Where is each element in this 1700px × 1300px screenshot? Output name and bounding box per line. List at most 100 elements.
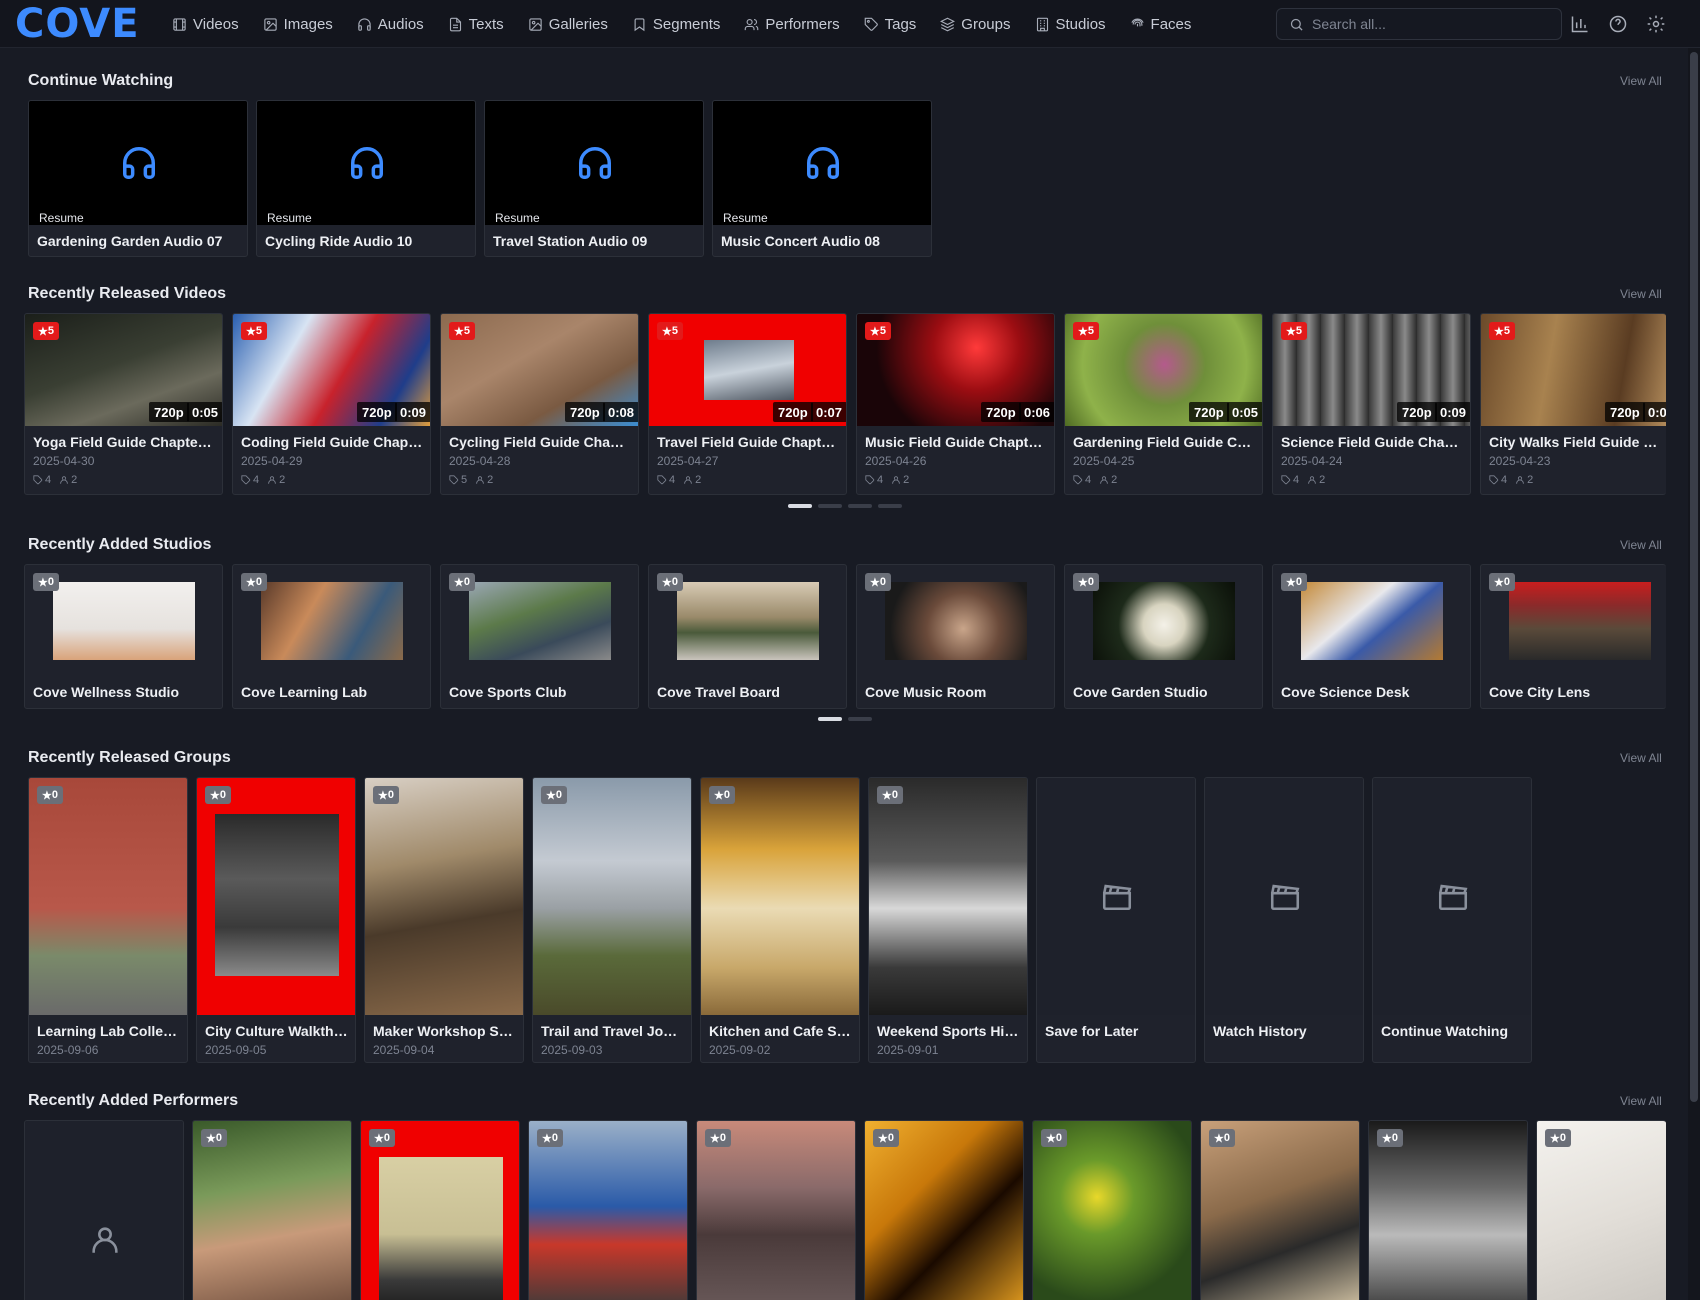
studio-card[interactable]: ★ 0 Cove Learning Lab <box>232 564 431 709</box>
search-box[interactable] <box>1276 8 1562 40</box>
view-all-recent-studios[interactable]: View All <box>1620 538 1662 552</box>
continue-watching-card[interactable]: Resume Travel Station Audio 09 <box>484 100 704 257</box>
nav-item-texts[interactable]: Texts <box>448 16 504 33</box>
headphones-icon <box>348 144 386 185</box>
scrollbar-thumb[interactable] <box>1690 52 1698 1102</box>
carousel-dot[interactable] <box>878 504 902 508</box>
nav-item-studios[interactable]: Studios <box>1035 16 1106 33</box>
headphones-icon <box>120 144 158 185</box>
nav-item-faces[interactable]: Faces <box>1130 16 1191 33</box>
nav-item-audios[interactable]: Audios <box>357 16 424 33</box>
help-icon[interactable] <box>1608 14 1628 34</box>
video-card[interactable]: ★5 720p 0:08 City Walks Field Guide Chap… <box>1480 313 1666 495</box>
layers-icon <box>940 17 956 31</box>
card-meta: 4 2 <box>657 474 701 486</box>
continue-watching-card[interactable]: Resume Cycling Ride Audio 10 <box>256 100 476 257</box>
nav-label: Studios <box>1055 15 1106 33</box>
view-all-continue-watching[interactable]: View All <box>1620 74 1662 88</box>
image-icon <box>263 17 277 31</box>
thumbnail-inset <box>379 1157 503 1300</box>
nav-item-videos[interactable]: Videos <box>172 16 239 33</box>
studio-card[interactable]: ★ 0 Cove Science Desk <box>1272 564 1471 709</box>
video-card[interactable]: ★ 5 720p 0:09 Science Field Guide Chapter… <box>1272 313 1471 495</box>
video-card[interactable]: ★ 5 720p 0:08 Cycling Field Guide Chapter… <box>440 313 639 495</box>
group-card[interactable]: ★0 Weekend Sports Highlights 2025-09-01 <box>868 777 1028 1063</box>
performer-card[interactable]: ★ 0 <box>360 1120 520 1300</box>
nav-item-groups[interactable]: Groups <box>940 16 1011 33</box>
nav-item-images[interactable]: Images <box>263 16 333 33</box>
studio-card[interactable]: ★ 0 Cove City Lens <box>1480 564 1666 709</box>
rating-badge: ★ 0 <box>709 786 735 804</box>
tag-icon <box>449 475 459 485</box>
rating-badge: ★ 5 <box>1281 322 1307 340</box>
app-logo[interactable]: COVE <box>15 4 140 44</box>
performer-card[interactable]: ★ 0 <box>192 1120 352 1300</box>
nav-label: Segments <box>652 15 721 33</box>
performer-card[interactable]: ★ 0 <box>1032 1120 1192 1300</box>
view-all-recent-videos[interactable]: View All <box>1620 287 1662 301</box>
section-title-recent-videos: Recently Released Videos <box>28 285 227 302</box>
group-card[interactable]: ★ 0 Trail and Travel Journal 2025-09-03 <box>532 777 692 1063</box>
card-date: 2025-09-04 <box>373 1043 435 1057</box>
nav-label: Galleries <box>548 15 608 33</box>
nav-item-segments[interactable]: Segments <box>632 15 721 33</box>
card-date: 2025-09-06 <box>37 1043 99 1057</box>
thumbnail-inset <box>215 814 339 976</box>
card-title: Cycling Field Guide Chapter 8 <box>449 434 632 450</box>
performer-card[interactable] <box>24 1120 184 1300</box>
performer-icon <box>892 476 900 484</box>
studio-logo <box>1301 582 1443 660</box>
studio-card[interactable]: ★ 0 Cove Music Room <box>856 564 1055 709</box>
section-title-continue-watching: Continue Watching <box>28 72 174 89</box>
group-card[interactable]: ★0 Kitchen and Cafe Stories 2025-09-02 <box>700 777 860 1063</box>
carousel-dot[interactable] <box>818 717 842 721</box>
studio-card[interactable]: ★ 0 Cove Garden Studio <box>1064 564 1263 709</box>
nav-item-galleries[interactable]: Galleries <box>528 16 608 33</box>
stats-icon[interactable] <box>1570 14 1590 34</box>
studio-card[interactable]: ★ 0 Cove Sports Club <box>440 564 639 709</box>
studio-card[interactable]: ★ 0 Cove Wellness Studio <box>24 564 223 709</box>
rating-badge: ★ 5 <box>449 322 475 340</box>
video-card[interactable]: ★ 5 720p 0:05 Yoga Field Guide Chapter 10… <box>24 313 223 495</box>
video-card[interactable]: ★ 5 720p 0:09 Coding Field Guide Chapter … <box>232 313 431 495</box>
rating-badge: ★ 5 <box>865 322 891 340</box>
group-card[interactable]: Save for Later <box>1036 777 1196 1063</box>
search-input[interactable] <box>1312 16 1552 32</box>
card-title: Cove Sports Club <box>449 684 567 700</box>
group-card[interactable]: ★ 0 Maker Workshop Series 2025-09-04 <box>364 777 524 1063</box>
performer-card[interactable]: ★ 0 <box>696 1120 856 1300</box>
card-meta: 4 2 <box>241 474 285 486</box>
studio-logo <box>53 582 195 660</box>
performer-card[interactable]: ★ 0 <box>1536 1120 1666 1300</box>
group-card[interactable]: ★0 City Culture Walkthrough 2025-09-05 <box>196 777 356 1063</box>
performer-card[interactable]: ★ 0 <box>528 1120 688 1300</box>
video-card[interactable]: ★ 5 720p 0:06 Music Field Guide Chapter 6… <box>856 313 1055 495</box>
group-card[interactable]: ★ 0 Learning Lab Collection 2025-09-06 <box>28 777 188 1063</box>
carousel-dot[interactable] <box>788 504 812 508</box>
card-meta: 5 2 <box>449 474 493 486</box>
performer-card[interactable]: ★ 0 <box>1200 1120 1360 1300</box>
card-title: Learning Lab Collection <box>37 1023 181 1039</box>
continue-watching-card[interactable]: Resume Music Concert Audio 08 <box>712 100 932 257</box>
carousel-dot[interactable] <box>848 717 872 721</box>
nav-item-performers[interactable]: Performers <box>744 16 840 33</box>
page-scrollbar[interactable] <box>1688 48 1700 1300</box>
studio-card[interactable]: ★ 0 Cove Travel Board <box>648 564 847 709</box>
card-title: Music Field Guide Chapter 6 <box>865 434 1048 450</box>
video-card[interactable]: ★ 5 720p 0:07 Travel Field Guide Chapter … <box>648 313 847 495</box>
view-all-recent-groups[interactable]: View All <box>1620 751 1662 765</box>
performer-card[interactable]: ★ 0 <box>1368 1120 1528 1300</box>
carousel-dot[interactable] <box>818 504 842 508</box>
carousel-dot[interactable] <box>848 504 872 508</box>
settings-gear-icon[interactable] <box>1646 14 1666 34</box>
group-card[interactable]: Continue Watching <box>1372 777 1532 1063</box>
view-all-recent-performers[interactable]: View All <box>1620 1094 1662 1108</box>
section-title-recent-performers: Recently Added Performers <box>28 1092 239 1109</box>
performer-card[interactable]: ★ 0 <box>864 1120 1024 1300</box>
resolution-badge: 720p <box>773 402 813 422</box>
continue-watching-card[interactable]: Resume Gardening Garden Audio 07 <box>28 100 248 257</box>
video-card[interactable]: ★5 720p 0:05 Gardening Field Guide Chapt… <box>1064 313 1263 495</box>
tag-icon <box>33 475 43 485</box>
nav-item-tags[interactable]: Tags <box>864 16 916 33</box>
group-card[interactable]: Watch History <box>1204 777 1364 1063</box>
